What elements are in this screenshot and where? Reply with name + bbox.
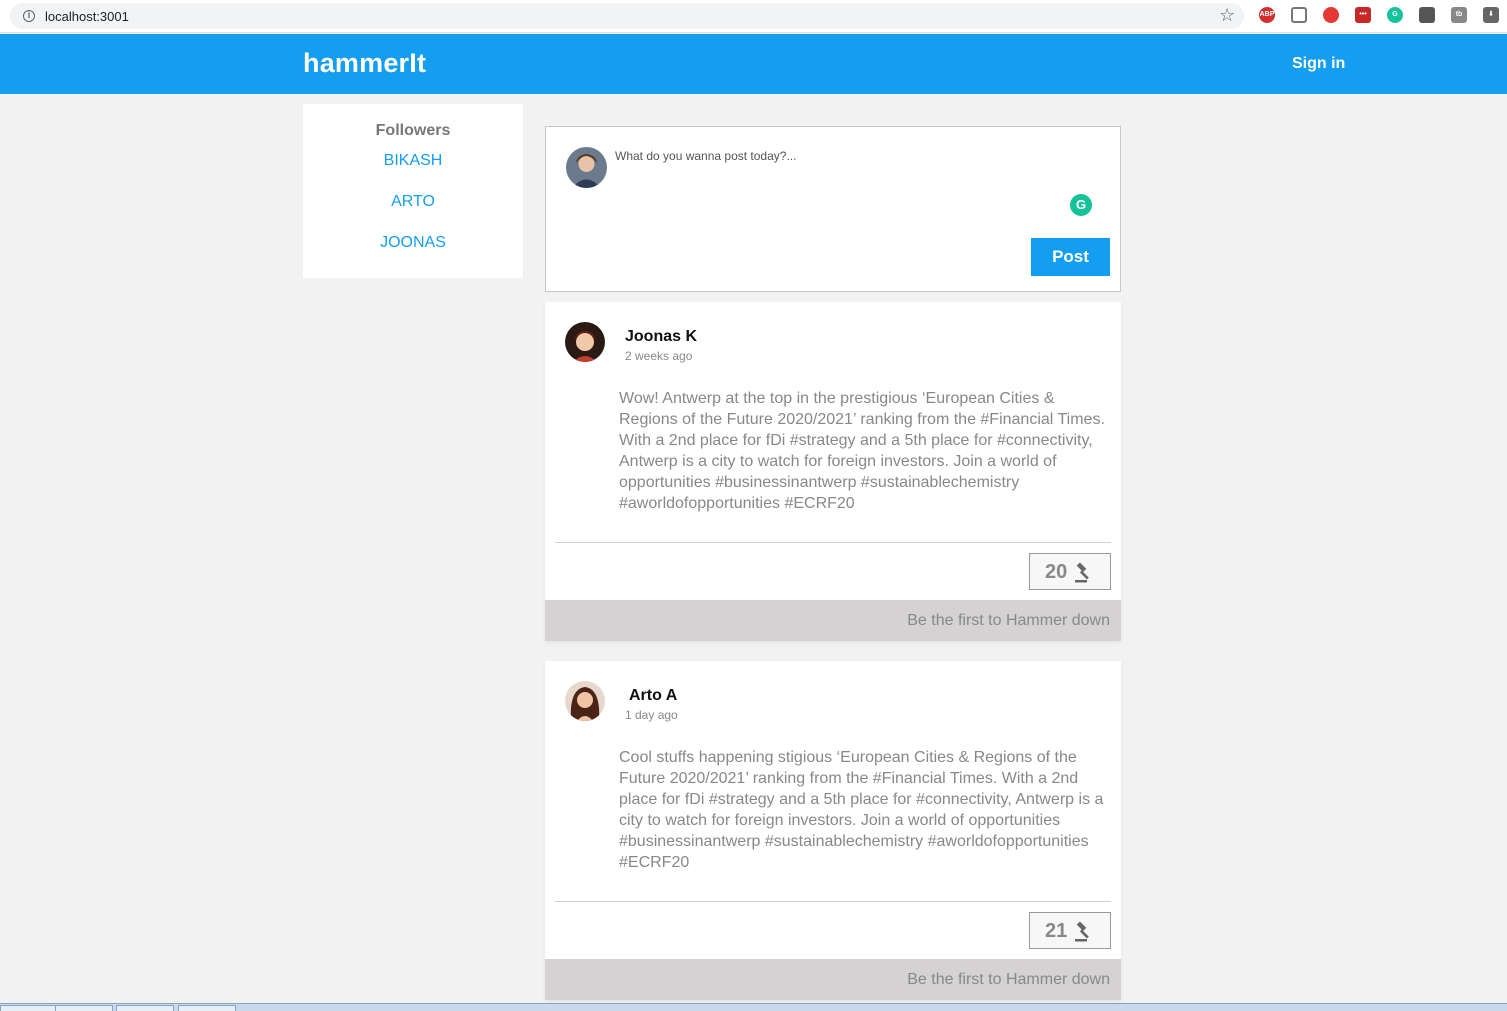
hammer-down-link[interactable]: Be the first to Hammer down xyxy=(907,971,1110,989)
post-input[interactable]: What do you wanna post today?... xyxy=(615,149,796,163)
post-footer: Be the first to Hammer down xyxy=(545,600,1121,641)
divider xyxy=(555,901,1111,902)
post-body: Wow! Antwerp at the top in the prestigio… xyxy=(619,390,1105,512)
followers-title: Followers xyxy=(375,122,451,139)
post-timestamp: 1 day ago xyxy=(625,708,678,722)
browser-toolbar: i localhost:3001 ☆ ABP ••• G tb ⬇ xyxy=(0,0,1507,33)
info-icon[interactable]: i xyxy=(23,10,35,22)
sign-in-link[interactable]: Sign in xyxy=(1292,55,1345,73)
author-avatar xyxy=(565,322,605,362)
address-bar[interactable]: i localhost:3001 ☆ xyxy=(10,3,1244,29)
app-header: hammerIt Sign in xyxy=(0,34,1507,94)
hammer-down-link[interactable]: Be the first to Hammer down xyxy=(907,612,1110,630)
user-avatar xyxy=(566,147,607,188)
taskbar-item[interactable] xyxy=(178,1005,236,1011)
post-card: Joonas K 2 weeks ago Wow! Antwerp at the… xyxy=(545,302,1121,641)
taskbar-item[interactable] xyxy=(0,1005,58,1011)
dots-icon[interactable]: ••• xyxy=(1355,7,1371,23)
post-card: Arto A 1 day ago Cool stuffs happening s… xyxy=(545,661,1121,1000)
taskbar-item[interactable] xyxy=(116,1005,174,1011)
post-author[interactable]: Arto A xyxy=(629,687,677,705)
gavel-icon xyxy=(1075,921,1089,942)
follower-link[interactable]: JOONAS xyxy=(303,234,523,252)
download-icon[interactable]: ⬇ xyxy=(1483,7,1499,23)
abp-icon[interactable]: ABP xyxy=(1259,7,1275,23)
post-composer: What do you wanna post today?... G Post xyxy=(545,126,1121,292)
hammer-count: 21 xyxy=(1045,920,1068,942)
shield-icon[interactable] xyxy=(1323,7,1339,23)
post-body: Cool stuffs happening stigious ‘European… xyxy=(619,749,1104,871)
gavel-icon xyxy=(1075,562,1089,583)
author-avatar xyxy=(565,681,605,721)
post-button[interactable]: Post xyxy=(1031,238,1110,276)
bookmark-star-icon[interactable]: ☆ xyxy=(1219,5,1235,26)
taskbar-item[interactable] xyxy=(55,1005,113,1011)
followers-panel: Followers BIKASH ARTO JOONAS xyxy=(303,104,523,278)
follower-link[interactable]: ARTO xyxy=(303,193,523,211)
grammarly-icon[interactable]: G xyxy=(1387,7,1403,23)
divider xyxy=(555,542,1111,543)
os-taskbar xyxy=(0,1003,1507,1011)
hammer-button[interactable]: 21 xyxy=(1029,912,1111,949)
post-author[interactable]: Joonas K xyxy=(625,328,697,346)
follower-link[interactable]: BIKASH xyxy=(303,152,523,170)
post-footer: Be the first to Hammer down xyxy=(545,959,1121,1000)
tb-icon[interactable]: tb xyxy=(1451,7,1467,23)
grammarly-icon[interactable]: G xyxy=(1070,194,1092,216)
url-text[interactable]: localhost:3001 xyxy=(45,9,129,24)
location-icon[interactable] xyxy=(1419,7,1435,23)
pocket-icon[interactable] xyxy=(1291,7,1307,23)
hammer-button[interactable]: 20 xyxy=(1029,553,1111,590)
brand-logo[interactable]: hammerIt xyxy=(303,48,426,79)
hammer-count: 20 xyxy=(1045,561,1068,583)
post-timestamp: 2 weeks ago xyxy=(625,349,693,363)
